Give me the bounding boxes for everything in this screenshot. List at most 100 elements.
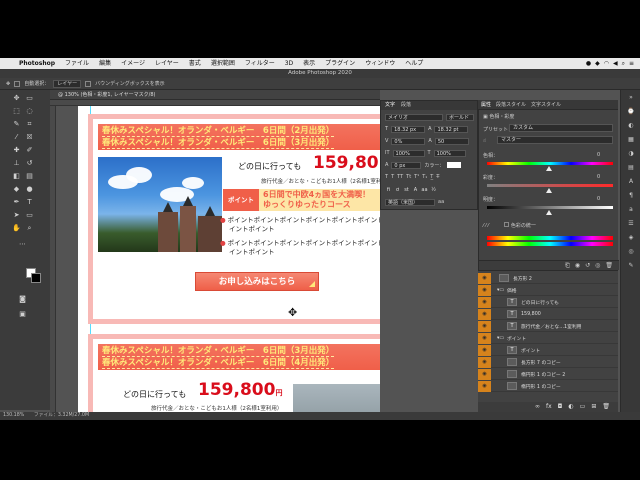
menu-image[interactable]: イメージ <box>116 58 150 69</box>
zoom-level[interactable]: 130.18% <box>3 413 24 418</box>
eyedropper-icon[interactable]: ⁄ <box>483 223 484 229</box>
control-center-icon[interactable]: ≡ <box>629 58 634 69</box>
colorize-checkbox[interactable] <box>504 222 510 227</box>
superscript-icon[interactable]: T¹ <box>414 174 419 180</box>
swatches-icon[interactable]: ▦ <box>627 136 635 144</box>
eye-icon[interactable]: ◉ <box>478 272 491 284</box>
hue-slider[interactable] <box>487 162 613 165</box>
eyedropper-icon[interactable]: ⁄ <box>12 133 21 142</box>
horizontal-scale-field[interactable]: 100% <box>433 149 466 157</box>
menu-window[interactable]: ウィンドウ <box>360 58 400 69</box>
stylistic-icon[interactable]: A <box>412 187 419 194</box>
eyedropper-plus-icon[interactable]: ⁄ <box>485 223 486 229</box>
blur-icon[interactable]: ◆ <box>12 185 21 194</box>
dodge-icon[interactable]: ● <box>25 185 34 194</box>
saturation-value[interactable]: 0 <box>597 174 600 180</box>
font-family-select[interactable]: メイリオ <box>385 113 443 121</box>
lightness-slider-thumb[interactable] <box>546 210 552 215</box>
lasso-icon[interactable]: ◌ <box>25 107 34 116</box>
dropbox-icon[interactable]: ◆ <box>595 58 600 69</box>
menu-photoshop[interactable]: Photoshop <box>14 58 60 69</box>
all-caps-icon[interactable]: TT <box>397 174 403 180</box>
type-icon[interactable]: T <box>25 198 34 207</box>
eye-icon[interactable]: ◉ <box>478 344 491 356</box>
channel-select[interactable]: マスター <box>497 136 613 144</box>
menu-layer[interactable]: レイヤー <box>150 58 184 69</box>
layer-row[interactable]: ◉ T 旅行代金／おとな…1室利用 <box>478 320 618 332</box>
tab-paragraph-styles[interactable]: 段落スタイル <box>496 100 526 109</box>
hand-icon[interactable]: ✋ <box>12 224 21 233</box>
paths-icon[interactable]: ✎ <box>627 262 635 270</box>
language-select[interactable]: 英語（米国） <box>385 198 435 206</box>
menu-file[interactable]: ファイル <box>60 58 94 69</box>
kerning-field[interactable]: 0% <box>391 137 426 145</box>
view-previous-icon[interactable]: ◉ <box>575 261 580 270</box>
hue-slider-thumb[interactable] <box>546 166 552 171</box>
antialias-icon[interactable]: aa <box>438 199 444 205</box>
menu-select[interactable]: 選択範囲 <box>206 58 240 69</box>
glyphs-icon[interactable]: a <box>627 206 635 214</box>
artboard-icon[interactable]: ▭ <box>25 94 34 103</box>
eyedropper-minus-icon[interactable]: ⁄ <box>488 223 489 229</box>
layer-row[interactable]: ◉ T ポイント <box>478 344 618 356</box>
menu-view[interactable]: 表示 <box>298 58 320 69</box>
libraries-icon[interactable]: ▤ <box>627 164 635 172</box>
baseline-field[interactable]: 0 px <box>391 161 422 169</box>
paragraph-icon[interactable]: ¶ <box>627 192 635 200</box>
search-icon[interactable]: ⌕ <box>622 58 625 69</box>
fx-icon[interactable]: fx <box>546 402 552 412</box>
leading-field[interactable]: 18.32 pt <box>434 125 469 133</box>
eye-icon[interactable]: ◉ <box>478 284 491 296</box>
layers-icon[interactable]: ◈ <box>627 234 635 242</box>
document-canvas[interactable]: 春休みスペシャル！オランダ・ベルギー 6日間（2月出発） 春休みスペシャル！オラ… <box>56 106 380 412</box>
eye-icon[interactable]: ◉ <box>478 332 491 344</box>
saturation-slider[interactable] <box>487 184 613 187</box>
menu-plugins[interactable]: プラグイン <box>320 58 360 69</box>
layer-row[interactable]: ◉ ▾▭ ポイント <box>478 332 618 344</box>
ligature-icon[interactable]: fi <box>385 187 392 194</box>
eye-icon[interactable]: ◉ <box>478 356 491 368</box>
subscript-icon[interactable]: T₁ <box>422 174 427 180</box>
screen-mode-icon[interactable]: ▣ <box>18 310 27 319</box>
font-size-field[interactable]: 18.32 px <box>391 125 426 133</box>
more-tools-icon[interactable]: ⋯ <box>18 240 27 249</box>
lightness-slider[interactable] <box>487 206 613 209</box>
color-icon[interactable]: ◐ <box>627 122 635 130</box>
eye-icon[interactable]: ◉ <box>478 320 491 332</box>
path-select-icon[interactable]: ➤ <box>12 211 21 220</box>
layer-row[interactable]: ◉ 楕円形 1 のコピー <box>478 380 618 392</box>
eye-icon[interactable]: ◉ <box>478 368 491 380</box>
text-color-swatch[interactable] <box>447 162 462 168</box>
adjustments-icon[interactable]: ◑ <box>627 150 635 158</box>
gradient-icon[interactable]: ▤ <box>25 172 34 181</box>
layer-row[interactable]: ◉ T 159,800 <box>478 308 618 320</box>
saturation-slider-thumb[interactable] <box>546 188 552 193</box>
character-icon[interactable]: A <box>627 178 635 186</box>
menu-edit[interactable]: 編集 <box>94 58 116 69</box>
eraser-icon[interactable]: ◧ <box>12 172 21 181</box>
menu-3d[interactable]: 3D <box>280 58 298 69</box>
rectangle-icon[interactable]: ▭ <box>25 211 34 220</box>
tab-properties[interactable]: 属性 <box>481 100 491 109</box>
history-icon[interactable]: ⌚ <box>627 108 635 116</box>
eye-icon[interactable]: ◉ <box>478 380 491 392</box>
reset-icon[interactable]: ↺ <box>585 261 590 270</box>
menu-type[interactable]: 書式 <box>184 58 206 69</box>
underline-icon[interactable]: T̲ <box>430 174 433 180</box>
swash-icon[interactable]: st <box>403 187 410 194</box>
screen-record-icon[interactable]: ● <box>586 58 591 69</box>
preset-select[interactable]: カスタム <box>509 124 613 132</box>
layer-row[interactable]: ◉ ▾▭ 価格 <box>478 284 618 296</box>
tab-character-styles[interactable]: 文字スタイル <box>531 100 561 109</box>
mask-icon[interactable]: ◘ <box>558 402 563 412</box>
bounding-box-checkbox[interactable] <box>85 80 92 87</box>
target-adjust-icon[interactable]: ☝ <box>483 138 486 144</box>
tab-paragraph[interactable]: 段落 <box>401 101 411 110</box>
frame-icon[interactable]: ☒ <box>25 133 34 142</box>
file-info[interactable]: ファイル：3.32M/27.0M <box>34 413 89 418</box>
faux-italic-icon[interactable]: T <box>391 174 394 180</box>
menu-filter[interactable]: フィルター <box>240 58 280 69</box>
trash-icon[interactable]: 🗑 <box>602 402 610 412</box>
font-style-select[interactable]: ボールド <box>446 113 474 121</box>
layer-row[interactable]: ◉ 長方形 7 のコピー <box>478 356 618 368</box>
